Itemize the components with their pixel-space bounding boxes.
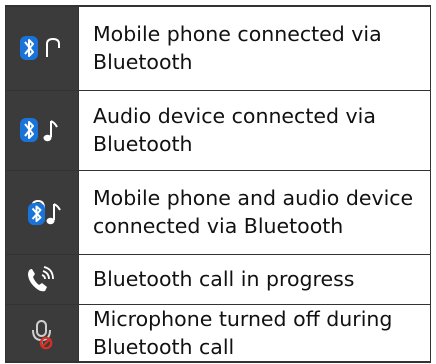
table-row: Bluetooth call in progress [5, 253, 431, 305]
icon-cell [5, 303, 79, 363]
icon-cell [5, 169, 79, 255]
table-row: Mobile phone connected via Bluetooth [5, 5, 431, 91]
icon-cell [5, 89, 79, 171]
icon-cell [5, 5, 79, 91]
table-row: Mobile phone and audio device connected … [5, 169, 431, 255]
bluetooth-call-icon [28, 266, 54, 292]
bluetooth-phone-audio-icon [28, 199, 61, 225]
row-description: Mobile phone connected via Bluetooth [78, 5, 431, 91]
row-description: Mobile phone and audio device connected … [78, 169, 431, 255]
row-description: Microphone turned off during Bluetooth c… [78, 303, 431, 363]
table-row: Microphone turned off during Bluetooth c… [5, 303, 431, 363]
icon-cell [5, 253, 79, 305]
table-row: Audio device connected via Bluetooth [5, 89, 431, 171]
bluetooth-phone-icon [20, 36, 60, 61]
bluetooth-audio-icon [20, 118, 58, 142]
row-description: Bluetooth call in progress [78, 253, 431, 305]
microphone-off-icon [32, 319, 53, 349]
bluetooth-status-icon-table: Mobile phone connected via Bluetooth Aud… [5, 5, 431, 363]
row-description: Audio device connected via Bluetooth [78, 89, 431, 171]
